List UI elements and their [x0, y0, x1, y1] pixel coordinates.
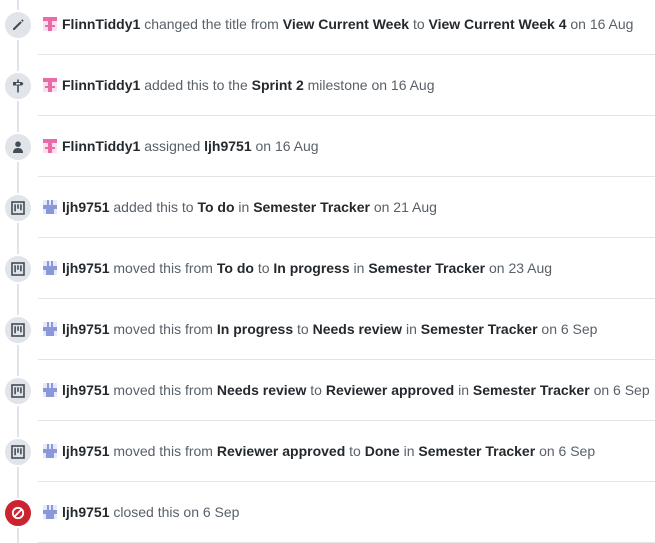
event-badge [3, 131, 33, 162]
event-badge [3, 253, 33, 284]
event-text: to [412, 16, 425, 32]
avatar-flinntiddy1[interactable] [43, 17, 57, 31]
event-timestamp[interactable]: closed this on 6 Sep [113, 504, 239, 520]
event-text: moved this from [113, 382, 213, 398]
event-badge [3, 436, 33, 467]
from-column: To do [216, 260, 254, 276]
to-column: Done [364, 443, 400, 459]
event-timestamp[interactable]: on 6 Sep [541, 321, 597, 337]
event-timestamp[interactable]: milestone on 16 Aug [308, 77, 435, 93]
avatar-flinntiddy1[interactable] [43, 139, 57, 153]
actor-link[interactable]: ljh9751 [62, 321, 109, 337]
timeline-event-moved-column: ljh9751 moved this from In progress to N… [0, 299, 655, 360]
event-badge [3, 314, 33, 345]
timeline-event-renamed: FlinnTiddy1 changed the title from View … [0, 0, 655, 55]
project-link[interactable]: Semester Tracker [368, 260, 485, 276]
actor-link[interactable]: ljh9751 [62, 443, 109, 459]
from-column: Needs review [216, 382, 307, 398]
event-timestamp[interactable]: on 16 Aug [570, 16, 633, 32]
event-text: in [353, 260, 365, 276]
timeline-event-moved-column: ljh9751 moved this from To do to In prog… [0, 238, 655, 299]
project-icon [11, 322, 25, 337]
project-icon [11, 383, 25, 398]
new-title: View Current Week 4 [428, 16, 567, 32]
actor-link[interactable]: ljh9751 [62, 199, 109, 215]
event-text: to [310, 382, 322, 398]
actor-link[interactable]: FlinnTiddy1 [62, 77, 140, 93]
event-timestamp[interactable]: on 6 Sep [594, 382, 650, 398]
project-link[interactable]: Semester Tracker [473, 382, 590, 398]
event-text: assigned [144, 138, 201, 154]
event-text: in [238, 199, 250, 215]
person-icon [11, 140, 25, 154]
event-text: changed the title from [144, 16, 279, 32]
project-column: To do [197, 199, 235, 215]
event-text: in [458, 382, 470, 398]
project-icon [11, 444, 25, 459]
actor-link[interactable]: ljh9751 [62, 382, 109, 398]
timeline-event-moved-column: ljh9751 moved this from Needs review to … [0, 360, 655, 421]
event-badge [3, 70, 33, 101]
to-column: In progress [273, 260, 350, 276]
old-title: View Current Week [282, 16, 410, 32]
project-link[interactable]: Semester Tracker [253, 199, 370, 215]
milestone-icon [11, 79, 25, 93]
event-timestamp[interactable]: on 16 Aug [256, 138, 319, 154]
to-column: Reviewer approved [325, 382, 455, 398]
event-text: in [405, 321, 417, 337]
avatar-ljh9751[interactable] [43, 505, 57, 519]
event-badge [3, 9, 33, 40]
actor-link[interactable]: FlinnTiddy1 [62, 138, 140, 154]
pencil-icon [11, 18, 25, 32]
event-timestamp[interactable]: on 23 Aug [489, 260, 552, 276]
issue-timeline: FlinnTiddy1 changed the title from View … [0, 0, 655, 543]
project-icon [11, 200, 25, 215]
event-text: to [297, 321, 309, 337]
event-text: to [257, 260, 270, 276]
event-badge [3, 192, 33, 223]
event-timestamp[interactable]: on 6 Sep [539, 443, 595, 459]
event-text: moved this from [113, 260, 213, 276]
to-column: Needs review [312, 321, 403, 337]
circle-slash-icon [11, 506, 25, 520]
event-text: to [349, 443, 361, 459]
event-timestamp[interactable]: on 21 Aug [374, 199, 437, 215]
project-link[interactable]: Semester Tracker [421, 321, 538, 337]
event-badge [3, 375, 33, 406]
milestone-link[interactable]: Sprint 2 [252, 77, 304, 93]
actor-link[interactable]: ljh9751 [62, 504, 109, 520]
event-badge-closed [3, 497, 33, 528]
avatar-ljh9751[interactable] [43, 261, 57, 275]
avatar-ljh9751[interactable] [43, 444, 57, 458]
project-link[interactable]: Semester Tracker [418, 443, 535, 459]
timeline-event-assigned: FlinnTiddy1 assigned ljh9751 on 16 Aug [0, 116, 655, 177]
event-text: added this to [113, 199, 194, 215]
event-text: added this to the [144, 77, 248, 93]
assignee-link[interactable]: ljh9751 [204, 138, 251, 154]
avatar-ljh9751[interactable] [43, 322, 57, 336]
project-icon [11, 261, 25, 276]
event-text: moved this from [113, 443, 213, 459]
event-text: in [403, 443, 415, 459]
event-text: moved this from [113, 321, 213, 337]
timeline-event-closed: ljh9751 closed this on 6 Sep [0, 482, 655, 543]
avatar-ljh9751[interactable] [43, 383, 57, 397]
timeline-event-milestoned: FlinnTiddy1 added this to the Sprint 2 m… [0, 55, 655, 116]
timeline-event-added-to-project: ljh9751 added this to To do in Semester … [0, 177, 655, 238]
avatar-flinntiddy1[interactable] [43, 78, 57, 92]
from-column: Reviewer approved [216, 443, 346, 459]
actor-link[interactable]: FlinnTiddy1 [62, 16, 140, 32]
avatar-ljh9751[interactable] [43, 200, 57, 214]
from-column: In progress [216, 321, 294, 337]
timeline-event-moved-column: ljh9751 moved this from Reviewer approve… [0, 421, 655, 482]
actor-link[interactable]: ljh9751 [62, 260, 109, 276]
